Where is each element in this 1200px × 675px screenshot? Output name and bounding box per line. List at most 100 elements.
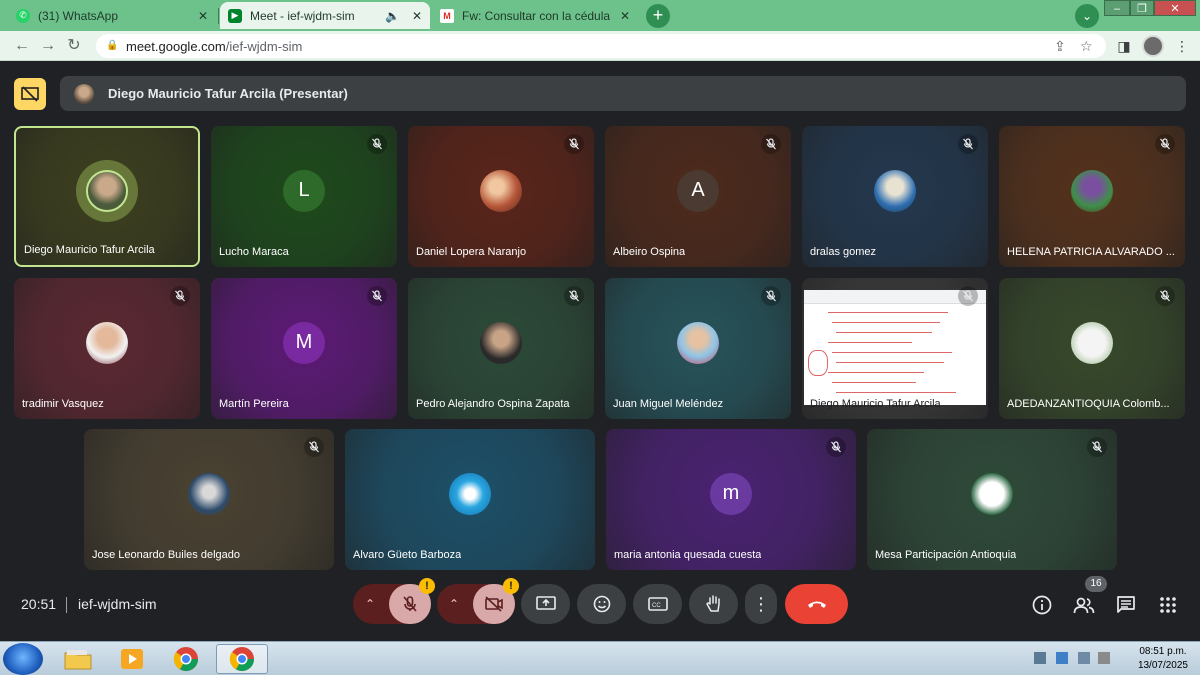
participant-photo-avatar: [480, 169, 522, 212]
leave-call-button[interactable]: [785, 584, 848, 624]
muted-mic-icon: [1155, 286, 1175, 306]
share-icon[interactable]: ⇪: [1054, 38, 1066, 55]
kebab-menu-icon[interactable]: ⋮: [1172, 36, 1192, 56]
camera-control: ⌃ !: [437, 578, 519, 624]
tray-app-icon[interactable]: [1056, 652, 1068, 664]
participant-tile[interactable]: Alvaro Güeto Barboza: [345, 429, 595, 570]
reactions-button[interactable]: [577, 584, 626, 624]
participant-tile[interactable]: HELENA PATRICIA ALVARADO ...: [999, 126, 1185, 267]
people-button[interactable]: [1073, 594, 1095, 616]
svg-text:CC: CC: [652, 603, 661, 609]
participant-tile[interactable]: dralas gomez: [802, 126, 988, 267]
close-icon[interactable]: ✕: [198, 9, 208, 23]
profile-avatar[interactable]: [1142, 35, 1164, 57]
forward-icon[interactable]: →: [38, 36, 58, 56]
raise-hand-button[interactable]: [689, 584, 738, 624]
minimize-icon[interactable]: –: [1104, 0, 1130, 16]
participant-photo-avatar: [677, 321, 719, 364]
file-explorer-icon[interactable]: [52, 644, 104, 674]
muted-mic-icon: [761, 134, 781, 154]
hand-icon: [705, 595, 720, 612]
participant-name: maria antonia quesada cuesta: [614, 549, 762, 561]
participant-name: Diego Mauricio Tafur Arcila: [810, 398, 941, 410]
new-tab-button[interactable]: +: [646, 4, 670, 28]
participant-tile[interactable]: Jose Leonardo Builes delgado: [84, 429, 334, 570]
present-screen-button[interactable]: [521, 584, 570, 624]
tab-title: Fw: Consultar con la cédula si soy: [462, 8, 614, 23]
chrome-profile-icon[interactable]: [216, 644, 268, 674]
mic-options-chevron-icon[interactable]: ⌃: [365, 597, 375, 611]
participant-tile[interactable]: Juan Miguel Meléndez: [605, 278, 791, 419]
activities-button[interactable]: [1157, 594, 1179, 616]
more-options-button[interactable]: ⋮: [745, 584, 777, 624]
tab-meet[interactable]: ▶ Meet - ief-wjdm-sim 🔈 ✕: [220, 2, 430, 29]
window-close-icon[interactable]: ✕: [1154, 0, 1196, 16]
participant-photo-avatar: [874, 169, 916, 212]
close-icon[interactable]: ✕: [620, 9, 630, 23]
lock-icon[interactable]: 🔒: [106, 40, 118, 52]
participant-initial-avatar: M: [283, 321, 325, 364]
participant-tile[interactable]: Mesa Participación Antioquia: [867, 429, 1117, 570]
participant-photo-avatar: [86, 170, 128, 213]
participant-tile[interactable]: M Martín Pereira: [211, 278, 397, 419]
reload-icon[interactable]: ↻: [64, 36, 84, 56]
windows-start-button[interactable]: [3, 643, 43, 675]
camera-options-chevron-icon[interactable]: ⌃: [449, 597, 459, 611]
tab-whatsapp[interactable]: ✆ (31) WhatsApp ✕: [8, 2, 216, 29]
address-bar[interactable]: 🔒 meet.google.com/ief-wjdm-sim ⇪ ☆: [96, 34, 1106, 58]
participant-photo-avatar: [971, 472, 1013, 515]
meeting-details-button[interactable]: [1031, 594, 1053, 616]
participant-tile[interactable]: m maria antonia quesada cuesta: [606, 429, 856, 570]
restore-icon[interactable]: ❐: [1130, 0, 1154, 16]
speaker-icon[interactable]: 🔈: [385, 9, 400, 23]
participant-name: Pedro Alejandro Ospina Zapata: [416, 398, 570, 410]
participant-tile[interactable]: Pedro Alejandro Ospina Zapata: [408, 278, 594, 419]
emoji-icon: [593, 595, 610, 613]
tab-gmail[interactable]: M Fw: Consultar con la cédula si soy ✕: [432, 2, 638, 29]
participant-name: Martín Pereira: [219, 398, 289, 410]
participant-photo-avatar: [1071, 169, 1113, 212]
present-screen-icon: [535, 596, 556, 610]
meeting-time: 20:51: [21, 596, 57, 612]
divider: [66, 597, 67, 613]
back-icon[interactable]: ←: [12, 36, 32, 56]
participant-photo-avatar: [449, 472, 491, 515]
participant-name: dralas gomez: [810, 246, 877, 258]
participant-tile[interactable]: Diego Mauricio Tafur Arcila: [14, 126, 200, 267]
captions-button[interactable]: CC: [633, 584, 682, 624]
participant-tile[interactable]: A Albeiro Ospina: [605, 126, 791, 267]
more-vert-icon: ⋮: [752, 593, 770, 614]
chat-button[interactable]: [1115, 594, 1137, 616]
tab-search-button[interactable]: ⌄: [1075, 4, 1099, 28]
presenter-bar[interactable]: Diego Mauricio Tafur Arcila (Presentar): [60, 76, 1186, 111]
participant-tile[interactable]: Diego Mauricio Tafur Arcila: [802, 278, 988, 419]
apps-grid-icon: [1160, 597, 1176, 613]
muted-mic-icon: [304, 437, 324, 457]
meet-icon: ▶: [228, 8, 242, 23]
participant-tile[interactable]: tradimir Vasquez: [14, 278, 200, 419]
close-icon[interactable]: ✕: [412, 9, 422, 23]
participant-tile[interactable]: L Lucho Maraca: [211, 126, 397, 267]
people-icon: [1073, 597, 1095, 614]
chrome-icon[interactable]: [160, 644, 212, 674]
sidepanel-icon[interactable]: ◨: [1114, 36, 1134, 56]
tab-separator: [218, 8, 219, 24]
system-clock[interactable]: 08:51 p.m. 13/07/2025: [1138, 645, 1188, 673]
mic-off-icon: [403, 596, 417, 612]
participant-initial-avatar: m: [710, 472, 752, 515]
participant-initial-avatar: L: [283, 169, 325, 212]
media-player-icon[interactable]: [106, 644, 158, 674]
participant-photo-avatar: [86, 321, 128, 364]
muted-mic-icon: [958, 286, 978, 306]
participant-photo-avatar: [480, 321, 522, 364]
network-icon[interactable]: [1034, 652, 1046, 664]
presentation-indicator-icon[interactable]: [14, 78, 46, 110]
action-center-icon[interactable]: [1098, 652, 1110, 664]
mic-warning-badge: !: [419, 578, 435, 594]
participant-name: Alvaro Güeto Barboza: [353, 549, 462, 561]
volume-icon[interactable]: [1078, 652, 1090, 664]
participant-tile[interactable]: ADEDANZANTIOQUIA Colomb...: [999, 278, 1185, 419]
camera-off-icon: [485, 596, 503, 612]
bookmark-star-icon[interactable]: ☆: [1080, 38, 1093, 55]
participant-tile[interactable]: Daniel Lopera Naranjo: [408, 126, 594, 267]
